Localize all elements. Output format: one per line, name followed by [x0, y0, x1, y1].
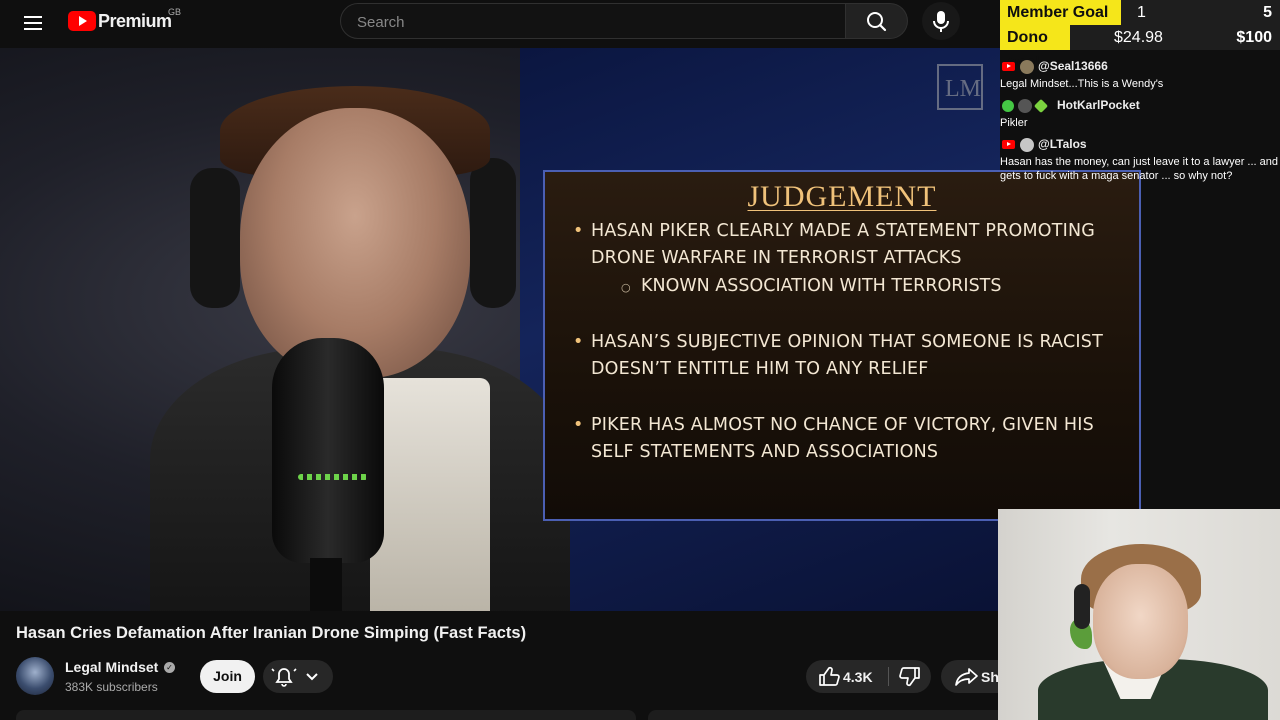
presenter-collar — [370, 378, 490, 611]
microphone-stand — [310, 558, 342, 611]
chat-username: @LTalos — [1038, 137, 1087, 151]
menu-icon[interactable] — [22, 13, 46, 33]
join-button[interactable]: Join — [200, 660, 255, 693]
search-icon — [867, 12, 887, 32]
chevron-down-icon — [306, 673, 318, 681]
youtube-badge-icon — [1002, 62, 1015, 71]
search-button[interactable] — [846, 3, 908, 39]
dono-goal-current: $24.98 — [1114, 29, 1163, 46]
dislike-button[interactable] — [890, 660, 931, 693]
twitch-badge-icon — [1002, 100, 1014, 112]
chat-message: Hasan has the money, can just leave it t… — [1000, 156, 1278, 182]
verified-icon: ✓ — [164, 662, 175, 673]
stream-chat-overlay: @Seal13666 Legal Mindset...This is a Wen… — [1000, 56, 1280, 191]
chat-message-header: @LTalos — [1000, 136, 1280, 154]
youtube-play-icon — [68, 11, 96, 31]
sidebar-panel-edge — [648, 710, 1008, 720]
like-count: 4.3K — [843, 669, 873, 685]
judgement-slide: JUDGEMENT HASAN PIKER CLEARLY MADE A STA… — [543, 170, 1141, 521]
chat-username: HotKarlPocket — [1057, 98, 1140, 112]
bell-icon — [271, 668, 297, 687]
webcam-headset — [1074, 584, 1090, 629]
notification-bell-button[interactable] — [263, 660, 333, 693]
member-goal-target: 5 — [1263, 4, 1272, 21]
search-box — [340, 3, 846, 40]
chat-avatar — [1020, 138, 1034, 152]
like-button[interactable]: 4.3K — [806, 660, 886, 693]
microphone-leds — [298, 474, 368, 480]
headphone-left — [190, 168, 240, 308]
member-goal-label: Member Goal — [1000, 0, 1121, 25]
voice-search-button[interactable] — [922, 2, 960, 40]
watermark-icon: LM — [937, 64, 983, 110]
stream-goals-overlay: Member Goal 1 5 Dono goal $24.98 $100 — [1000, 0, 1280, 71]
like-divider — [888, 667, 889, 686]
chat-username: @Seal13666 — [1038, 59, 1108, 73]
streamer-webcam — [998, 509, 1280, 720]
region-label: GB — [168, 7, 182, 17]
share-icon — [955, 668, 978, 686]
slide-subbullet: KNOWN ASSOCIATION WITH TERRORISTS — [621, 273, 1101, 301]
description-panel-edge — [16, 710, 636, 720]
microphone-icon — [933, 11, 949, 32]
webcam-person-face — [1093, 564, 1188, 679]
chat-avatar — [1020, 60, 1034, 74]
chat-message: Legal Mindset...This is a Wendy's — [1000, 78, 1164, 90]
subscriber-count: 383K subscribers — [65, 680, 158, 694]
logo-text: Premium — [98, 11, 172, 31]
chat-message: Pikler — [1000, 117, 1028, 129]
watermark-letters: LM — [945, 76, 981, 102]
headphone-right — [470, 158, 516, 308]
gem-badge-icon — [1033, 98, 1049, 114]
slide-bullet: HASAN’S SUBJECTIVE OPINION THAT SOMEONE … — [573, 329, 1131, 383]
channel-avatar[interactable] — [16, 657, 54, 695]
chat-avatar — [1018, 99, 1032, 113]
chat-message-header: HotKarlPocket — [1000, 97, 1280, 115]
search-input[interactable] — [355, 4, 829, 40]
dono-goal-target: $100 — [1236, 29, 1272, 46]
dono-goal-label: Dono goal — [1000, 25, 1070, 71]
youtube-badge-icon — [1002, 140, 1015, 149]
slide-bullet: HASAN PIKER CLEARLY MADE A STATEMENT PRO… — [573, 218, 1131, 272]
video-title: Hasan Cries Defamation After Iranian Dro… — [16, 624, 527, 642]
channel-name[interactable]: Legal Mindset — [65, 659, 158, 675]
member-goal-current: 1 — [1137, 4, 1146, 21]
member-goal-row: Member Goal 1 5 — [1000, 0, 1280, 25]
presenter-face — [240, 108, 470, 378]
dono-goal-row: Dono goal $24.98 $100 — [1000, 25, 1280, 71]
slide-bullet: PIKER HAS ALMOST NO CHANCE OF VICTORY, G… — [573, 412, 1131, 466]
like-dislike-group: 4.3K — [806, 660, 931, 693]
thumbs-down-icon — [899, 667, 920, 687]
studio-microphone — [272, 338, 384, 563]
thumbs-up-icon — [819, 666, 840, 686]
chat-message-header: @Seal13666 — [1000, 58, 1280, 76]
